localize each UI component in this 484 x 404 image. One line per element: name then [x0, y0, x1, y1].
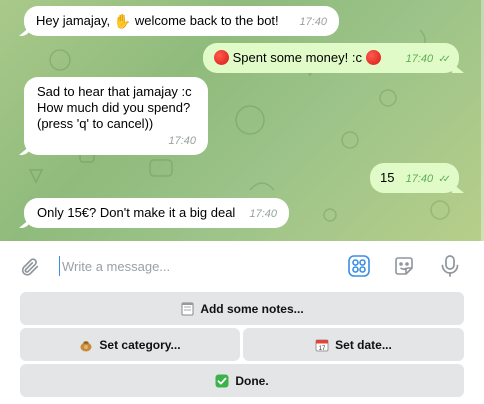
message-text: Only 15€? Don't make it a big deal [37, 205, 236, 220]
message-bubble-incoming[interactable]: Sad to hear that jamajay :c How much did… [24, 77, 208, 155]
message-input[interactable] [59, 256, 329, 276]
message-text: Spent some money! :c [229, 50, 366, 65]
message-timestamp: 17:40 [249, 208, 277, 220]
add-notes-button[interactable]: Add some notes... [20, 292, 464, 325]
timestamp-text: 17:40 [405, 173, 434, 185]
button-label: Set category... [99, 337, 181, 352]
calendar-icon: 17 [315, 338, 329, 352]
bot-keyboard-icon[interactable] [346, 253, 372, 279]
message-bubble-outgoing[interactable]: 15 17:40 ✓✓ [370, 163, 459, 193]
waving-hand-icon: ✋ [113, 13, 132, 29]
svg-text:17: 17 [319, 345, 326, 351]
message-timestamp: 17:40 ✓✓ [405, 51, 451, 68]
bot-reply-keyboard: Add some notes... Set category... 17 Set… [0, 291, 484, 404]
message-text: Sad to hear that jamajay :c How much did… [37, 84, 192, 131]
message-bubble-outgoing[interactable]: Spent some money! :c 17:40 ✓✓ [203, 43, 459, 73]
message-history[interactable]: Hey jamajay, ✋ welcome back to the bot! … [0, 0, 484, 241]
message-bubble-incoming[interactable]: Only 15€? Don't make it a big deal 17:40 [24, 198, 289, 228]
button-label: Add some notes... [200, 301, 304, 316]
red-circle-icon [214, 50, 229, 65]
money-bag-icon [79, 338, 93, 352]
message-timestamp: 17:40 [168, 135, 196, 147]
message-text: Hey jamajay, [36, 13, 114, 28]
button-label: Done. [235, 373, 269, 388]
message-bubble-incoming[interactable]: Hey jamajay, ✋ welcome back to the bot! … [24, 6, 339, 36]
paperclip-icon[interactable] [17, 254, 43, 280]
button-label: Set date... [335, 337, 392, 352]
message-text: welcome back to the bot! [131, 13, 279, 28]
set-category-button[interactable]: Set category... [20, 328, 240, 361]
red-circle-icon [365, 50, 381, 65]
timestamp-text: 17:40 [405, 53, 434, 65]
notepad-icon [180, 302, 194, 316]
message-text: 15 [380, 170, 395, 185]
set-date-button[interactable]: 17 Set date... [243, 328, 464, 361]
microphone-icon[interactable] [437, 253, 463, 279]
message-timestamp: 17:40 [299, 16, 327, 28]
message-timestamp: 17:40 ✓✓ [405, 171, 451, 188]
telegram-chat-window: Hey jamajay, ✋ welcome back to the bot! … [0, 0, 484, 404]
read-checkmarks-icon: ✓✓ [438, 54, 451, 65]
done-button[interactable]: Done. [20, 364, 464, 397]
read-checkmarks-icon: ✓✓ [438, 174, 451, 185]
message-composer [0, 241, 484, 291]
sticker-icon[interactable] [391, 253, 417, 279]
check-mark-button-icon [215, 374, 229, 388]
